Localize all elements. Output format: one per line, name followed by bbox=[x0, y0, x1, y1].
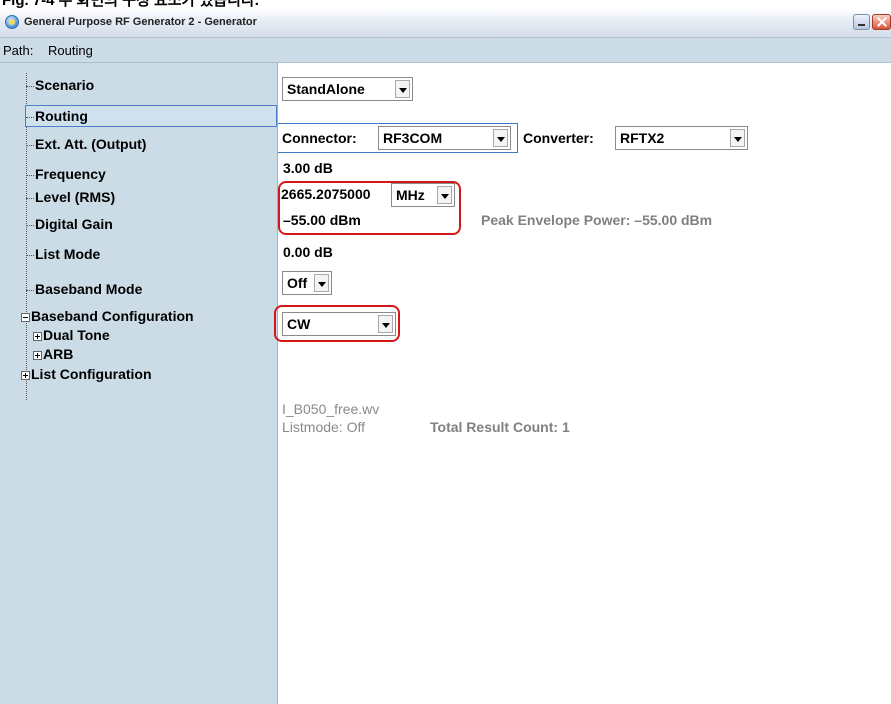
digital-gain-value: 0.00 dB bbox=[283, 244, 333, 260]
expand-icon[interactable] bbox=[21, 370, 30, 380]
settings-panel: StandAlone Connector: RF3COM Converter: … bbox=[274, 63, 891, 704]
tree-item-list-configuration[interactable]: List Configuration bbox=[21, 366, 152, 382]
arb-file-name: I_B050_free.wv bbox=[282, 401, 380, 417]
connector-value: RF3COM bbox=[383, 130, 443, 146]
tree-item-label: ARB bbox=[43, 346, 74, 362]
chevron-down-icon[interactable] bbox=[493, 129, 508, 147]
scenario-dropdown[interactable]: StandAlone bbox=[282, 77, 413, 101]
tree-item-ext-att[interactable]: Ext. Att. (Output) bbox=[26, 136, 146, 152]
window-title: General Purpose RF Generator 2 - Generat… bbox=[24, 16, 257, 28]
tree-item-label: Scenario bbox=[35, 77, 95, 93]
tree-item-routing[interactable]: Routing bbox=[25, 105, 277, 127]
expand-icon[interactable] bbox=[33, 331, 42, 341]
path-bar: Path: Routing bbox=[0, 38, 891, 63]
tree-item-label: Dual Tone bbox=[43, 327, 110, 343]
figure-caption: Fig. 7-4 주 화면의 구성 요소가 있습니다. bbox=[2, 0, 259, 9]
total-result-count: Total Result Count: 1 bbox=[430, 419, 570, 435]
title-bar[interactable]: General Purpose RF Generator 2 - Generat… bbox=[0, 9, 891, 38]
tree-item-level[interactable]: Level (RMS) bbox=[26, 189, 115, 205]
tree-item-digital-gain[interactable]: Digital Gain bbox=[26, 216, 113, 232]
converter-label: Converter: bbox=[523, 130, 594, 146]
tree-pane: Scenario Routing Ext. Att. (Output) Freq… bbox=[0, 63, 278, 704]
path-label: Path: bbox=[3, 43, 34, 58]
tree-item-label: Baseband Configuration bbox=[31, 308, 194, 324]
chevron-down-icon[interactable] bbox=[395, 80, 410, 98]
listmode-status: Listmode: Off bbox=[282, 419, 366, 435]
close-button[interactable] bbox=[872, 14, 891, 30]
expand-icon[interactable] bbox=[33, 350, 42, 360]
chevron-down-icon[interactable] bbox=[730, 129, 745, 147]
tree-item-dual-tone[interactable]: Dual Tone bbox=[33, 327, 110, 343]
connector-dropdown[interactable]: RF3COM bbox=[378, 126, 511, 150]
chevron-down-icon[interactable] bbox=[314, 274, 329, 292]
baseband-mode-highlight bbox=[274, 305, 400, 342]
tree-item-label: Routing bbox=[35, 108, 88, 124]
tree-item-label: List Mode bbox=[35, 246, 101, 262]
tree-item-list-mode[interactable]: List Mode bbox=[26, 246, 100, 262]
tree-item-scenario[interactable]: Scenario bbox=[26, 77, 94, 93]
peak-envelope-power: Peak Envelope Power: –55.00 dBm bbox=[481, 212, 713, 228]
tree-item-label: Ext. Att. (Output) bbox=[35, 136, 147, 152]
tree-item-baseband-mode[interactable]: Baseband Mode bbox=[26, 281, 142, 297]
tree-item-label: List Configuration bbox=[31, 366, 152, 382]
tree-item-baseband-configuration[interactable]: Baseband Configuration bbox=[21, 308, 194, 324]
minimize-button[interactable] bbox=[853, 14, 870, 30]
scenario-value: StandAlone bbox=[287, 81, 365, 97]
ext-att-value: 3.00 dB bbox=[283, 160, 333, 176]
tree-item-frequency[interactable]: Frequency bbox=[26, 166, 106, 182]
tree-item-label: Digital Gain bbox=[35, 216, 113, 232]
list-mode-dropdown[interactable]: Off bbox=[282, 271, 332, 295]
connector-label: Connector: bbox=[282, 130, 357, 146]
app-icon bbox=[5, 15, 19, 29]
converter-value: RFTX2 bbox=[620, 130, 665, 146]
generator-window: General Purpose RF Generator 2 - Generat… bbox=[0, 9, 891, 704]
tree-item-label: Level (RMS) bbox=[35, 189, 116, 205]
converter-dropdown[interactable]: RFTX2 bbox=[615, 126, 748, 150]
frequency-level-highlight bbox=[278, 181, 461, 235]
tree-item-label: Baseband Mode bbox=[35, 281, 143, 297]
path-value: Routing bbox=[48, 43, 93, 58]
tree-item-label: Frequency bbox=[35, 166, 106, 182]
collapse-icon[interactable] bbox=[21, 312, 30, 322]
list-mode-value: Off bbox=[287, 275, 308, 291]
tree-item-arb[interactable]: ARB bbox=[33, 346, 73, 362]
